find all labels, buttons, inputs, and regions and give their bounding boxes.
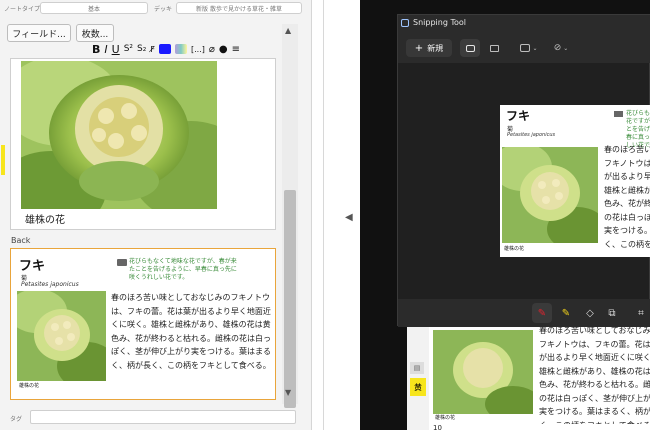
front-field-marker (1, 145, 5, 175)
shapes-button[interactable]: ⧉ (602, 303, 622, 323)
plus-icon: + (414, 42, 424, 54)
highlight-color-icon[interactable] (174, 44, 187, 54)
cards-button[interactable]: 枚数... (76, 24, 114, 42)
eraser-button[interactable]: ◇ (580, 303, 600, 323)
screenshot-mode-button[interactable] (460, 39, 480, 57)
collapse-arrow-icon[interactable]: ◀ (345, 212, 353, 223)
app-title: Snipping Tool (413, 18, 466, 27)
deck-label: デッキ (154, 6, 173, 13)
tags-input[interactable] (30, 410, 296, 424)
captured-screenshot: フキ 菊 Petasites japonicus 花びらもなくて地味な花ですが、… (500, 105, 650, 257)
scroll-up-icon[interactable]: ▲ (285, 26, 291, 35)
window-gap: ◀ (312, 0, 360, 430)
notetype-selector[interactable]: 基本 (40, 2, 148, 14)
text-color-icon[interactable] (158, 44, 171, 54)
attach-icon[interactable]: ⌀ (209, 44, 215, 55)
italic-icon[interactable]: I (104, 43, 107, 56)
menu-icon[interactable]: ≡ (232, 44, 240, 55)
card-latin-name: Petasites japonicus (21, 281, 79, 288)
snipping-tool-window: Snipping Tool + 新規 ⌄ ⊘ ⌄ フキ 菊 Petasites … (397, 14, 650, 327)
delay-dropdown[interactable]: ⊘ ⌄ (548, 39, 574, 57)
back-field-label: Back (11, 236, 31, 245)
scroll-down-icon[interactable]: ▼ (285, 388, 291, 397)
video-mode-button[interactable] (484, 39, 504, 57)
underline-icon[interactable]: U (112, 43, 120, 56)
anki-editor-window: ノートタイプ 基本 デッキ 新版 散歩で見かける草花・雑草 フィールド... 枚… (0, 0, 312, 430)
rectangle-mode-icon (520, 44, 531, 52)
highlighter-icon: ✎ (561, 307, 571, 319)
timer-off-icon: ⊘ (553, 43, 562, 53)
behind-flower-photo (433, 330, 533, 414)
crop-icon: ⌗ (638, 307, 644, 319)
captured-latin: Petasites japonicus (507, 132, 556, 138)
snipping-app-icon (401, 19, 409, 27)
new-button[interactable]: + 新規 (406, 39, 452, 57)
card-photo-caption: 雄株の花 (19, 383, 40, 389)
captured-title: フキ (506, 109, 531, 123)
front-field[interactable]: 雄株の花 (1, 58, 276, 230)
shapes-icon: ⧉ (608, 307, 616, 319)
card-flower-photo (17, 291, 106, 381)
card-note: 花びらもなくて地味な花ですが、春が来たことを告げるように、早春に真っ先に咲くうれ… (129, 258, 237, 281)
behind-tag-icon: ▤ (410, 362, 424, 374)
behind-card-preview: ▤ 黄 雄株の花 春のほろ苦い味としておなじみのフキノトウは、フキの蕾。花は葉が… (407, 326, 650, 432)
clear-format-icon[interactable]: F̸ (150, 45, 155, 54)
back-field[interactable]: フキ 菊 Petasites japonicus 花びらもなくて地味な花ですが、… (10, 248, 276, 400)
behind-photo-caption: 雄株の花 (435, 415, 456, 421)
chevron-down-icon: ⌄ (563, 44, 569, 52)
card-title: フキ (19, 259, 46, 274)
notetype-label: ノートタイプ (4, 6, 41, 13)
pen-icon: ✎ (537, 307, 547, 319)
tags-label: タグ (10, 416, 23, 423)
captured-camera-icon (614, 111, 623, 117)
video-icon (489, 44, 499, 52)
behind-sidebar: ▤ 黄 (407, 326, 429, 430)
fuki-flower-photo (21, 61, 217, 209)
ballpoint-pen-button[interactable]: ✎ (532, 303, 552, 323)
behind-body-text: 春のほろ苦い味としておなじみのフキノトウは、フキの蕾。花は葉が出るより早く地面近… (539, 326, 650, 424)
yellow-tag: 黄 (410, 378, 426, 396)
deck-selector[interactable]: 新版 散歩で見かける草花・雑草 (176, 2, 302, 14)
fields-button[interactable]: フィールド... (7, 24, 71, 42)
superscript-icon[interactable]: S² (124, 44, 133, 54)
eraser-icon: ◇ (586, 307, 594, 319)
highlighter-button[interactable]: ✎ (556, 303, 576, 323)
camera-mode-icon (465, 44, 475, 52)
snip-shape-dropdown[interactable]: ⌄ (516, 39, 542, 57)
chevron-down-icon: ⌄ (532, 44, 538, 52)
card-body-text: 春のほろ苦い味としておなじみのフキノトウは、フキの蕾。花は葉が出るより早く地面近… (111, 293, 271, 370)
crop-button[interactable]: ⌗ (632, 303, 650, 323)
captured-photo-caption: 雄株の花 (504, 246, 525, 252)
editor-scrollbar[interactable]: ▲ ▼ (282, 24, 298, 408)
front-caption: 雄株の花 (25, 215, 65, 226)
bold-icon[interactable]: B (92, 43, 100, 56)
microphone-icon[interactable]: ● (219, 44, 228, 55)
camera-icon (117, 259, 127, 266)
scrollbar-thumb[interactable] (284, 190, 296, 408)
divider (323, 0, 324, 430)
snip-header: Snipping Tool + 新規 ⌄ ⊘ ⌄ (398, 15, 650, 63)
subscript-icon[interactable]: S₂ (137, 44, 146, 54)
cloze-icon[interactable]: [...] (191, 45, 205, 54)
markup-toolbar: ✎ ✎ ◇ ⧉ ⌗ (398, 299, 650, 327)
captured-flower-photo (502, 147, 598, 243)
format-toolbar: B I U S² S₂ F̸ [...] ⌀ ● ≡ (92, 42, 282, 56)
captured-body-text: 春のほろ苦い味としておなじみのフキノトウは、フキの蕾。花は葉が出るより早く地面近… (604, 145, 650, 249)
new-button-label: 新規 (427, 43, 444, 53)
behind-page-number: 10 (433, 424, 442, 432)
